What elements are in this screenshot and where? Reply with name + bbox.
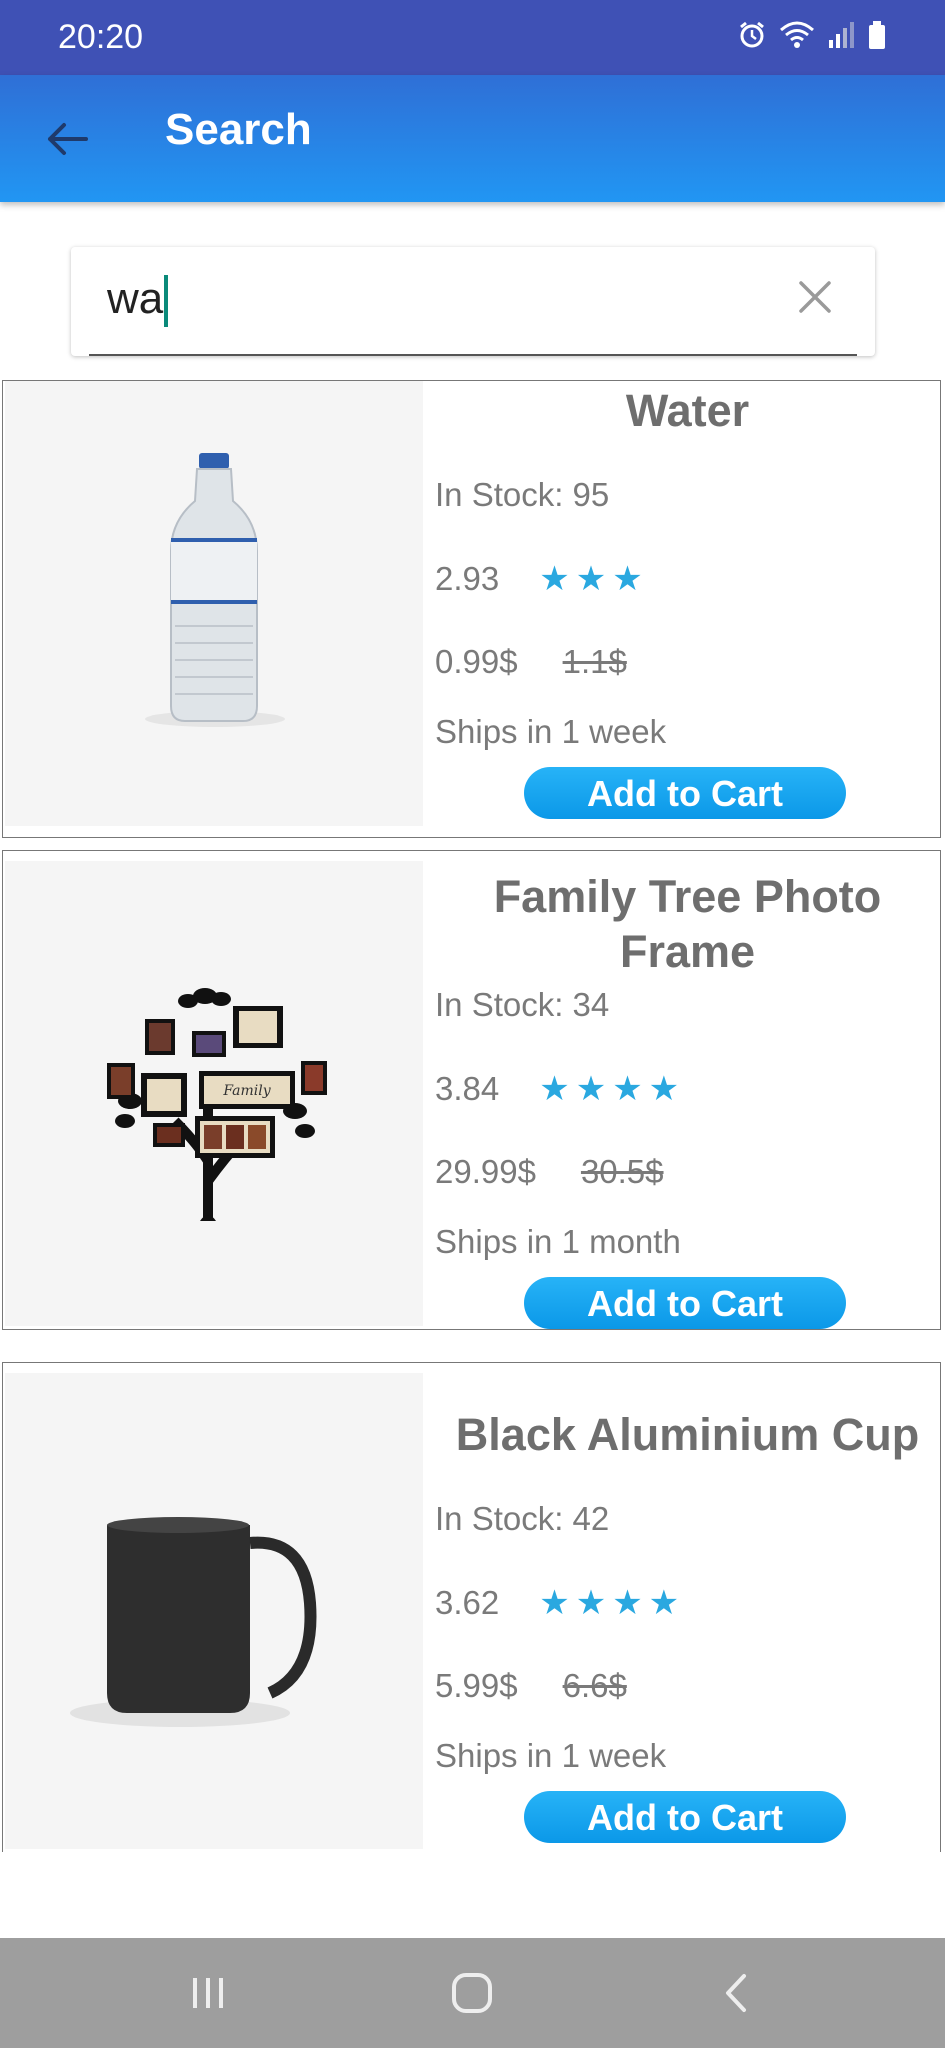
product-info: Water In Stock: 95 2.93 ★★★ 0.99$ 1.1$ Shi… xyxy=(435,381,940,819)
product-name: Black Aluminium Cup xyxy=(455,1409,920,1460)
search-input-value: wa xyxy=(107,274,164,323)
product-image-family-tree: Family xyxy=(5,861,423,1326)
app-bar: Search xyxy=(0,75,945,202)
status-time: 20:20 xyxy=(58,18,144,56)
product-info: Black Aluminium Cup In Stock: 42 3.62 ★★★… xyxy=(435,1363,940,1843)
water-bottle-icon xyxy=(145,453,285,727)
price: 29.99$ xyxy=(435,1153,536,1190)
back-icon[interactable] xyxy=(712,1968,762,2018)
shipping-label: Ships in 1 month xyxy=(435,1223,681,1260)
cup-icon xyxy=(70,1517,317,1727)
stock-label: In Stock: 34 xyxy=(435,986,610,1023)
wifi-icon xyxy=(780,21,814,48)
add-to-cart-button[interactable]: Add to Cart xyxy=(524,767,846,819)
search-input[interactable]: wa xyxy=(107,269,169,329)
product-card[interactable]: Family Family Tree Photo Frame In Stock:… xyxy=(2,850,941,1330)
svg-text:Family: Family xyxy=(222,1083,271,1099)
price-row: 0.99$ 1.1$ xyxy=(435,643,627,681)
price: 5.99$ xyxy=(435,1667,518,1704)
battery-icon xyxy=(869,21,885,49)
rating-row: 3.62 ★★★★ xyxy=(435,1583,685,1623)
price: 0.99$ xyxy=(435,643,518,680)
clear-icon[interactable] xyxy=(795,277,835,317)
add-to-cart-button[interactable]: Add to Cart xyxy=(524,1791,846,1843)
stock-label: In Stock: 95 xyxy=(435,476,610,513)
add-to-cart-button[interactable]: Add to Cart xyxy=(524,1277,846,1329)
rating-value: 3.62 xyxy=(435,1584,500,1621)
product-name: Water xyxy=(625,385,750,436)
product-name: Family Tree Photo Frame xyxy=(493,871,882,977)
product-card[interactable]: Water In Stock: 95 2.93 ★★★ 0.99$ 1.1$ Shi… xyxy=(2,380,941,838)
rating-value: 3.84 xyxy=(435,1070,500,1107)
shipping-label: Ships in 1 week xyxy=(435,1737,667,1774)
page-title: Search xyxy=(165,105,312,154)
product-card[interactable]: Black Aluminium Cup In Stock: 42 3.62 ★★★… xyxy=(2,1362,941,1852)
old-price: 1.1$ xyxy=(562,643,627,680)
status-bar: 20:20 xyxy=(0,0,945,75)
rating-stars-icon: ★★★★ xyxy=(539,1584,686,1622)
home-icon[interactable] xyxy=(447,1968,497,2018)
family-tree-frame-icon: Family xyxy=(107,988,327,1221)
price-row: 29.99$ 30.5$ xyxy=(435,1153,664,1191)
system-nav-bar xyxy=(0,1938,945,2048)
old-price: 30.5$ xyxy=(580,1153,664,1190)
rating-row: 3.84 ★★★★ xyxy=(435,1069,685,1109)
alarm-icon xyxy=(740,21,764,48)
stock-label: In Stock: 42 xyxy=(435,1500,610,1537)
rating-row: 2.93 ★★★ xyxy=(435,559,649,599)
rating-value: 2.93 xyxy=(435,560,500,597)
rating-stars-icon: ★★★ xyxy=(539,560,649,598)
shipping-label: Ships in 1 week xyxy=(435,713,667,750)
text-caret xyxy=(164,275,169,328)
search-box: wa xyxy=(71,247,875,356)
old-price: 6.6$ xyxy=(562,1667,627,1704)
rating-stars-icon: ★★★★ xyxy=(539,1070,686,1108)
signal-icon xyxy=(829,22,854,48)
product-image-cup xyxy=(5,1373,423,1849)
search-underline xyxy=(89,354,857,356)
price-row: 5.99$ 6.6$ xyxy=(435,1667,627,1705)
back-arrow-icon[interactable] xyxy=(38,109,98,169)
product-image-water xyxy=(5,381,423,826)
status-icons xyxy=(737,20,887,50)
product-info: Family Tree Photo Frame In Stock: 34 3.8… xyxy=(435,851,940,1329)
recent-apps-icon[interactable] xyxy=(183,1968,233,2018)
